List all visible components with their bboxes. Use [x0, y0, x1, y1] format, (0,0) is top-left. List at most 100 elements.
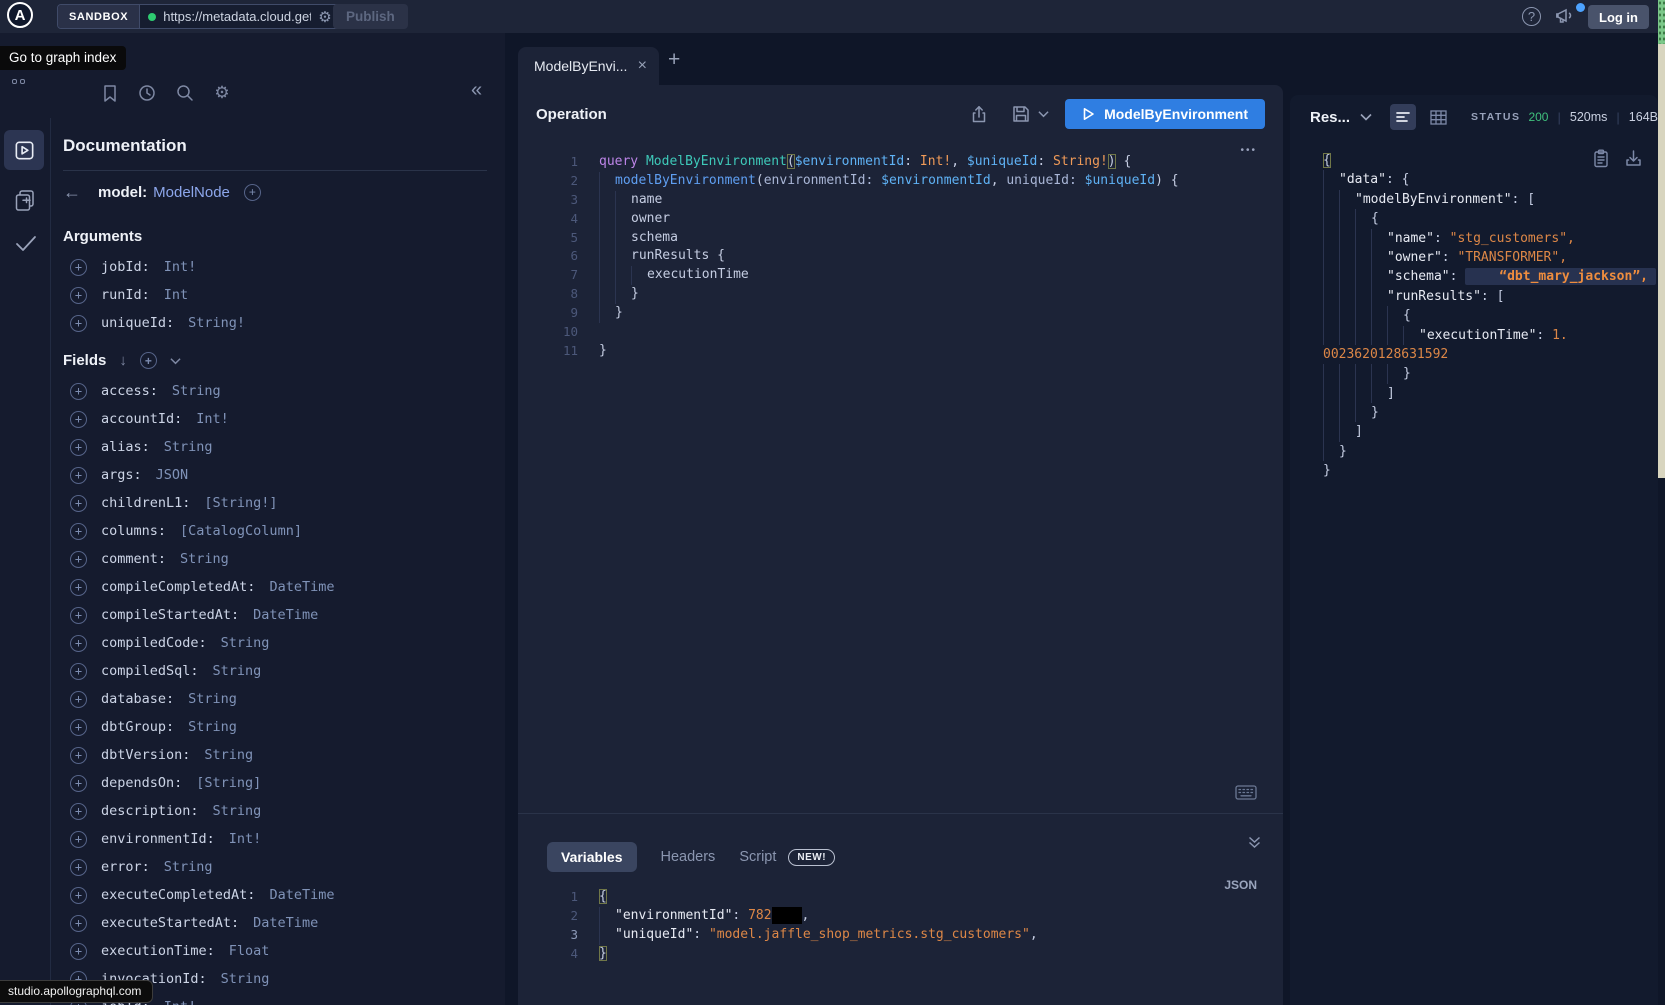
tab-modelbyenvironment[interactable]: ModelByEnvi... × — [518, 47, 659, 85]
field-row[interactable]: +dbtGroup:String — [63, 713, 505, 741]
announcements-icon[interactable] — [1555, 6, 1577, 26]
field-row[interactable]: +args:JSON — [63, 461, 505, 489]
field-type[interactable]: [CatalogColumn] — [180, 523, 302, 539]
add-to-query-icon[interactable]: + — [70, 719, 87, 736]
add-to-query-icon[interactable]: + — [70, 943, 87, 960]
field-type[interactable]: Int! — [196, 411, 229, 427]
field-type[interactable]: [String!] — [204, 495, 277, 511]
field-row[interactable]: +executionTime:Float — [63, 937, 505, 965]
copy-response-icon[interactable] — [1593, 149, 1609, 168]
table-view-toggle[interactable] — [1426, 104, 1451, 130]
login-button[interactable]: Log in — [1588, 5, 1649, 29]
tree-view-toggle[interactable] — [1390, 104, 1415, 130]
add-to-query-icon[interactable]: + — [70, 691, 87, 708]
field-type[interactable]: DateTime — [253, 915, 318, 931]
page-scrollbar[interactable] — [1658, 0, 1665, 478]
field-row[interactable]: +childrenL1:[String!] — [63, 489, 505, 517]
editor-menu-icon[interactable]: ••• — [1240, 145, 1257, 156]
field-row[interactable]: +alias:String — [63, 433, 505, 461]
add-to-query-icon[interactable]: + — [70, 287, 87, 304]
field-type[interactable]: String — [213, 803, 262, 819]
field-row[interactable]: +compileCompletedAt:DateTime — [63, 573, 505, 601]
field-type[interactable]: String — [188, 691, 237, 707]
field-type[interactable]: JSON — [156, 467, 189, 483]
endpoint-settings-gear-icon[interactable]: ⚙ — [318, 8, 331, 26]
field-type[interactable]: Float — [229, 943, 270, 959]
add-field-icon[interactable]: + — [244, 184, 261, 201]
new-tab-icon[interactable]: + — [668, 48, 680, 72]
field-type[interactable]: DateTime — [269, 887, 334, 903]
run-operation-button[interactable]: ModelByEnvironment — [1065, 99, 1265, 129]
add-to-query-icon[interactable]: + — [70, 259, 87, 276]
field-type[interactable]: String — [164, 859, 213, 875]
add-to-query-icon[interactable]: + — [70, 383, 87, 400]
field-type[interactable]: Int! — [164, 259, 197, 275]
add-to-query-icon[interactable]: + — [70, 439, 87, 456]
field-row[interactable]: +accountId:Int! — [63, 405, 505, 433]
field-row[interactable]: +description:String — [63, 797, 505, 825]
help-icon[interactable]: ? — [1522, 7, 1541, 26]
field-type[interactable]: DateTime — [269, 579, 334, 595]
tab-headers[interactable]: Headers — [661, 849, 716, 865]
field-type[interactable]: Int! — [164, 999, 197, 1005]
collapse-variables-icon[interactable] — [1248, 836, 1261, 849]
sidebar-item-collections[interactable] — [13, 188, 37, 212]
keyboard-shortcuts-icon[interactable] — [1235, 785, 1257, 800]
argument-row[interactable]: +runId:Int — [63, 281, 505, 309]
field-type[interactable]: DateTime — [253, 607, 318, 623]
field-type[interactable]: String — [204, 747, 253, 763]
add-to-query-icon[interactable]: + — [70, 607, 87, 624]
add-to-query-icon[interactable]: + — [70, 859, 87, 876]
add-to-query-icon[interactable]: + — [70, 747, 87, 764]
tab-variables[interactable]: Variables — [547, 842, 637, 872]
field-row[interactable]: +environmentId:Int! — [63, 825, 505, 853]
field-type[interactable]: String — [180, 551, 229, 567]
add-to-query-icon[interactable]: + — [70, 411, 87, 428]
apollo-logo[interactable]: A — [7, 2, 33, 28]
field-type[interactable]: Int — [164, 287, 188, 303]
publish-button[interactable]: Publish — [333, 4, 408, 29]
sort-fields-icon[interactable]: ↓ — [119, 352, 127, 369]
add-to-query-icon[interactable]: + — [70, 551, 87, 568]
bookmark-icon[interactable] — [100, 83, 120, 103]
field-row[interactable]: +error:String — [63, 853, 505, 881]
add-to-query-icon[interactable]: + — [70, 887, 87, 904]
field-type[interactable]: String! — [188, 315, 245, 331]
back-arrow-icon[interactable]: ← — [63, 183, 81, 201]
add-to-query-icon[interactable]: + — [70, 635, 87, 652]
add-to-query-icon[interactable]: + — [70, 915, 87, 932]
download-response-icon[interactable] — [1625, 149, 1642, 168]
field-type[interactable]: Int! — [229, 831, 262, 847]
add-to-query-icon[interactable]: + — [70, 803, 87, 820]
history-icon[interactable] — [137, 83, 157, 103]
scrollbar-thumb[interactable] — [1658, 0, 1665, 44]
add-to-query-icon[interactable]: + — [70, 831, 87, 848]
query-editor[interactable]: 1query ModelByEnvironment($environmentId… — [518, 143, 1283, 361]
field-row[interactable]: +executeStartedAt:DateTime — [63, 909, 505, 937]
chevron-down-icon[interactable] — [170, 357, 181, 365]
field-row[interactable]: +compiledCode:String — [63, 629, 505, 657]
field-row[interactable]: +comment:String — [63, 545, 505, 573]
tab-script[interactable]: Script — [739, 849, 776, 865]
field-row[interactable]: +columns:[CatalogColumn] — [63, 517, 505, 545]
endpoint-url-field[interactable]: https://metadata.cloud.get ⚙ — [140, 5, 340, 28]
add-all-fields-icon[interactable]: + — [140, 352, 157, 369]
add-to-query-icon[interactable]: + — [70, 467, 87, 484]
add-to-query-icon[interactable]: + — [70, 579, 87, 596]
add-to-query-icon[interactable]: + — [70, 663, 87, 680]
sidebar-item-explorer[interactable] — [4, 130, 44, 170]
save-chevron-icon[interactable] — [1038, 110, 1049, 118]
collapse-sidebar-icon[interactable]: « — [471, 79, 482, 102]
save-icon[interactable] — [1012, 105, 1030, 123]
field-type[interactable]: String — [221, 635, 270, 651]
add-to-query-icon[interactable]: + — [70, 315, 87, 332]
field-row[interactable]: +access:String — [63, 377, 505, 405]
field-type[interactable]: String — [213, 663, 262, 679]
response-title[interactable]: Res... — [1310, 109, 1350, 126]
response-chevron-icon[interactable] — [1360, 113, 1372, 121]
field-row[interactable]: +dependsOn:[String] — [63, 769, 505, 797]
response-json-view[interactable]: {"data": {"modelByEnvironment": [{"name"… — [1290, 139, 1658, 481]
field-row[interactable]: +executeCompletedAt:DateTime — [63, 881, 505, 909]
field-row[interactable]: +dbtVersion:String — [63, 741, 505, 769]
endpoint-url[interactable]: https://metadata.cloud.get — [163, 9, 311, 24]
